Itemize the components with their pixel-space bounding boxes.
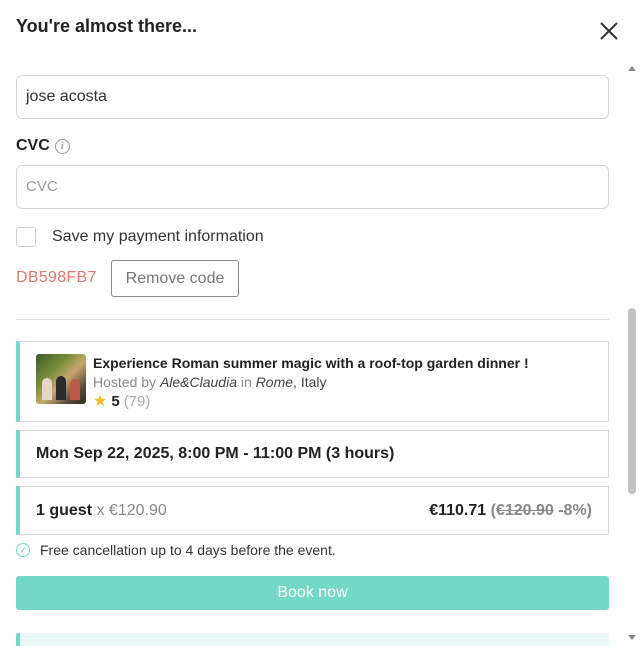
info-icon[interactable]: i: [54, 138, 70, 154]
star-icon: ★: [93, 393, 108, 410]
host-line: Hosted by Ale&Claudia in Rome, Italy: [93, 374, 327, 390]
divider: [16, 319, 609, 320]
cvc-label-row: CVC i: [16, 137, 70, 155]
close-icon[interactable]: [596, 18, 622, 44]
booking-datetime: Mon Sep 22, 2025, 8:00 PM - 11:00 PM (3 …: [36, 445, 395, 462]
check-circle-icon: ✓: [16, 543, 30, 557]
modal-title: You're almost there...: [16, 16, 197, 36]
remove-code-button[interactable]: Remove code: [111, 260, 239, 297]
cancellation-text: Free cancellation up to 4 days before th…: [40, 542, 336, 558]
guest-line: 1 guest x €120.90: [36, 502, 167, 520]
info-banner-peek: [16, 633, 609, 646]
promo-code: DB598FB7: [16, 269, 97, 286]
country-name: , Italy: [293, 374, 327, 390]
experience-card: Experience Roman summer magic with a roo…: [16, 341, 609, 422]
rating-value: 5: [111, 392, 120, 410]
review-count: (79): [123, 392, 151, 410]
scroll-up-arrow-icon[interactable]: [628, 66, 636, 71]
cancellation-policy: ✓ Free cancellation up to 4 days before …: [16, 542, 336, 558]
price-card: 1 guest x €120.90 €110.71 (€120.90 -8%): [16, 486, 609, 535]
original-price: €120.90: [495, 502, 554, 519]
in-label: in: [240, 374, 252, 390]
hosted-by-label: Hosted by: [93, 374, 157, 390]
price-summary: €110.71 (€120.90 -8%): [429, 502, 592, 520]
guest-count: 1 guest: [36, 502, 93, 519]
scrollbar[interactable]: [624, 60, 640, 646]
save-payment-checkbox[interactable]: [16, 227, 36, 247]
cvc-label: CVC: [16, 137, 50, 154]
experience-title[interactable]: Experience Roman summer magic with a roo…: [93, 355, 529, 371]
total-price: €110.71: [429, 502, 487, 519]
experience-photo: [36, 354, 86, 404]
cardholder-name-input[interactable]: jose acosta: [16, 75, 609, 119]
city-name: Rome: [255, 374, 294, 390]
rating: ★ 5 (79): [93, 391, 150, 411]
datetime-card: Mon Sep 22, 2025, 8:00 PM - 11:00 PM (3 …: [16, 430, 609, 478]
cvc-input[interactable]: CVC: [16, 165, 609, 209]
save-payment-label[interactable]: Save my payment information: [52, 228, 264, 246]
host-name: Ale&Claudia: [159, 374, 237, 390]
booking-modal: You're almost there... jose acosta CVC i…: [0, 0, 640, 646]
unit-price: x €120.90: [96, 502, 167, 519]
book-now-button[interactable]: Book now: [16, 576, 609, 610]
discount-percent: -8%): [558, 502, 592, 519]
scroll-down-arrow-icon[interactable]: [628, 635, 636, 640]
scroll-thumb[interactable]: [628, 308, 636, 494]
